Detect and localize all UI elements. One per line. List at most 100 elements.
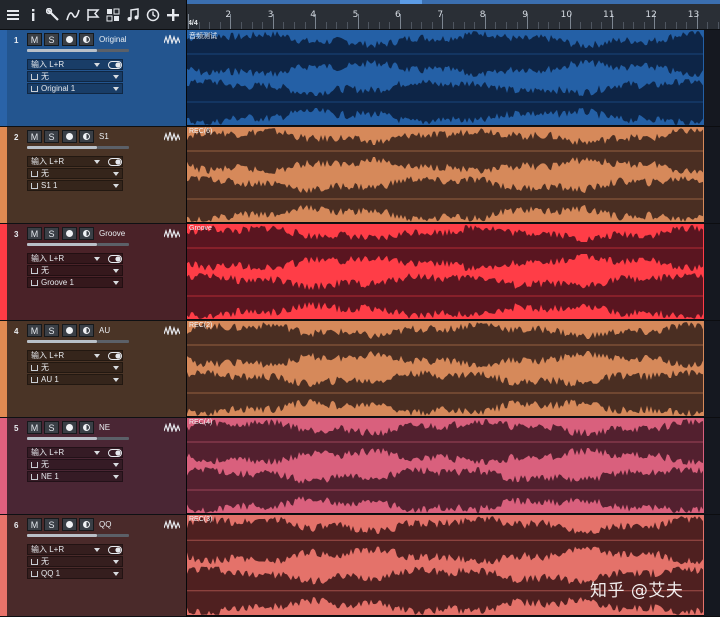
track-name[interactable]: S1 xyxy=(99,132,109,141)
input-select[interactable]: 输入 L+R xyxy=(27,59,123,70)
audio-event-5[interactable]: REC(4) xyxy=(187,418,704,514)
input-select-label: 输入 L+R xyxy=(31,545,65,554)
music-note-tool-button[interactable] xyxy=(123,4,142,26)
monitor-button[interactable] xyxy=(79,324,94,337)
insert-select-label: 无 xyxy=(41,363,49,372)
track-header-2[interactable]: 2 M S S1 输入 L+R 无 S1 1 xyxy=(0,127,186,224)
mute-button[interactable]: M xyxy=(27,130,42,143)
audio-waveform-icon xyxy=(163,325,181,337)
track-header-1[interactable]: 1 M S Original 输入 L+R 无 Original 1 xyxy=(0,30,186,127)
audio-event-4[interactable]: REC(2) xyxy=(187,321,704,417)
output-select[interactable]: Original 1 xyxy=(27,83,123,94)
track-color-strip[interactable] xyxy=(0,321,7,417)
record-icon xyxy=(66,36,73,43)
insert-select[interactable]: 无 xyxy=(27,71,123,82)
output-select[interactable]: Groove 1 xyxy=(27,277,123,288)
solo-button[interactable]: S xyxy=(44,324,59,337)
empty-lane-area[interactable] xyxy=(704,418,720,515)
loop-bar[interactable] xyxy=(187,0,720,4)
track-header-5[interactable]: 5 M S NE 输入 L+R 无 NE 1 xyxy=(0,418,186,515)
track-name[interactable]: Original xyxy=(99,35,127,44)
mute-button[interactable]: M xyxy=(27,518,42,531)
input-select[interactable]: 输入 L+R xyxy=(27,253,123,264)
track-name[interactable]: NE xyxy=(99,423,110,432)
mute-button[interactable]: M xyxy=(27,227,42,240)
volume-fader[interactable] xyxy=(27,49,97,52)
input-monitor-toggle[interactable] xyxy=(108,449,122,457)
insert-select[interactable]: 无 xyxy=(27,265,123,276)
empty-lane-area[interactable] xyxy=(704,30,720,127)
grid-tool-button[interactable] xyxy=(103,4,122,26)
input-select[interactable]: 输入 L+R xyxy=(27,156,123,167)
menu-tool-button[interactable] xyxy=(3,4,22,26)
flag-tool-button[interactable] xyxy=(83,4,102,26)
monitor-button[interactable] xyxy=(79,130,94,143)
loop-marker[interactable] xyxy=(400,0,422,4)
timeline-ruler[interactable]: 4/4 2 3 4 5 6 7 8 9 10 11 12 13 xyxy=(187,0,720,30)
track-header-6[interactable]: 6 M S QQ 输入 L+R 无 QQ 1 xyxy=(0,515,186,617)
insert-select[interactable]: 无 xyxy=(27,362,123,373)
track-color-strip[interactable] xyxy=(0,224,7,320)
output-select[interactable]: AU 1 xyxy=(27,374,123,385)
input-monitor-toggle[interactable] xyxy=(108,158,122,166)
audio-event-2[interactable]: REC(6) xyxy=(187,127,704,223)
track-color-strip[interactable] xyxy=(0,418,7,514)
mute-button[interactable]: M xyxy=(27,421,42,434)
record-arm-button[interactable] xyxy=(62,518,77,531)
track-name[interactable]: Groove xyxy=(99,229,125,238)
monitor-button[interactable] xyxy=(79,421,94,434)
solo-button[interactable]: S xyxy=(44,130,59,143)
track-color-strip[interactable] xyxy=(0,30,7,126)
record-arm-button[interactable] xyxy=(62,33,77,46)
empty-lane-area[interactable] xyxy=(704,515,720,617)
track-header-3[interactable]: 3 M S Groove 输入 L+R 无 Groove 1 xyxy=(0,224,186,321)
insert-select[interactable]: 无 xyxy=(27,459,123,470)
record-arm-button[interactable] xyxy=(62,421,77,434)
volume-fader[interactable] xyxy=(27,146,97,149)
mute-button[interactable]: M xyxy=(27,324,42,337)
output-select[interactable]: NE 1 xyxy=(27,471,123,482)
track-color-strip[interactable] xyxy=(0,127,7,223)
solo-button[interactable]: S xyxy=(44,33,59,46)
input-select[interactable]: 输入 L+R xyxy=(27,350,123,361)
track-name[interactable]: QQ xyxy=(99,520,111,529)
audio-event-3[interactable]: Groove xyxy=(187,224,704,320)
input-monitor-toggle[interactable] xyxy=(108,61,122,69)
beat-tick xyxy=(431,22,433,29)
input-monitor-toggle[interactable] xyxy=(108,546,122,554)
volume-fader[interactable] xyxy=(27,340,97,343)
info-tool-button[interactable] xyxy=(23,4,42,26)
monitor-button[interactable] xyxy=(79,227,94,240)
solo-button[interactable]: S xyxy=(44,227,59,240)
record-arm-button[interactable] xyxy=(62,324,77,337)
input-monitor-toggle[interactable] xyxy=(108,352,122,360)
empty-lane-area[interactable] xyxy=(704,321,720,418)
add-tool-button[interactable] xyxy=(163,4,182,26)
wrench-tool-button[interactable] xyxy=(43,4,62,26)
volume-fader[interactable] xyxy=(27,243,97,246)
volume-fader[interactable] xyxy=(27,534,97,537)
output-select[interactable]: QQ 1 xyxy=(27,568,123,579)
record-arm-button[interactable] xyxy=(62,227,77,240)
track-color-strip[interactable] xyxy=(0,515,7,616)
solo-button[interactable]: S xyxy=(44,518,59,531)
empty-lane-area[interactable] xyxy=(704,224,720,321)
monitor-button[interactable] xyxy=(79,518,94,531)
record-arm-button[interactable] xyxy=(62,130,77,143)
input-monitor-toggle[interactable] xyxy=(108,255,122,263)
mute-button[interactable]: M xyxy=(27,33,42,46)
input-select[interactable]: 输入 L+R xyxy=(27,447,123,458)
input-select[interactable]: 输入 L+R xyxy=(27,544,123,555)
track-header-4[interactable]: 4 M S AU 输入 L+R 无 AU 1 xyxy=(0,321,186,418)
volume-fader[interactable] xyxy=(27,437,97,440)
track-name[interactable]: AU xyxy=(99,326,110,335)
insert-select[interactable]: 无 xyxy=(27,556,123,567)
solo-button[interactable]: S xyxy=(44,421,59,434)
clock-tool-button[interactable] xyxy=(143,4,162,26)
output-select[interactable]: S1 1 xyxy=(27,180,123,191)
monitor-button[interactable] xyxy=(79,33,94,46)
automation-curve-tool-button[interactable] xyxy=(63,4,82,26)
empty-lane-area[interactable] xyxy=(704,127,720,224)
insert-select[interactable]: 无 xyxy=(27,168,123,179)
audio-event-1[interactable]: 音频测试 xyxy=(187,30,704,126)
